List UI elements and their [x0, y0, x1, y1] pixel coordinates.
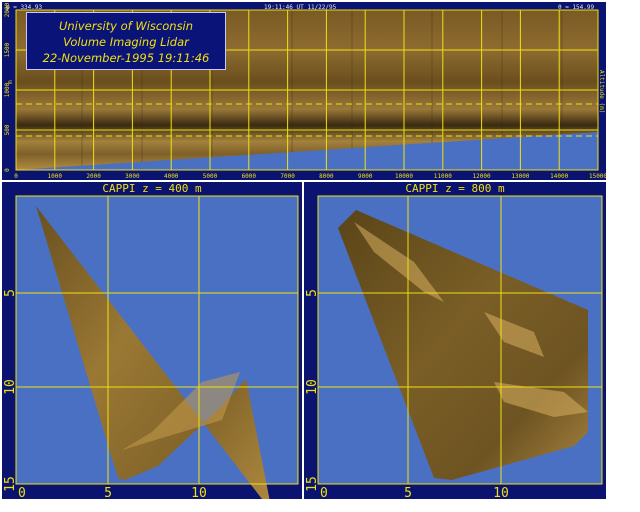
cl-y-tick-label: 15 [3, 476, 18, 492]
rhi-x-tick-label: 7000 [280, 173, 295, 180]
rhi-x-tick-labels: 0 1000 2000 3000 4000 5000 6000 7000 8000 9000 100… [14, 173, 606, 180]
rhi-x-tick-label: 10000 [395, 173, 413, 180]
rhi-panel: φ = 334.93 19:11:46 UT 11/22/95 θ = 154.… [2, 2, 606, 180]
rhi-y-tick-label: 500 [4, 124, 11, 135]
rhi-y-tick-label: 2000 [4, 2, 11, 17]
rhi-x-tick-label: 8000 [319, 173, 334, 180]
rhi-y-unit: m [7, 80, 14, 84]
cl-x-tick-label: 5 [104, 486, 112, 499]
title-line-2: Volume Imaging Lidar [63, 35, 189, 49]
cappi-left-canvas: CAPPI z = 400 m 0 5 10 5 10 15 [3, 182, 299, 499]
cl-x-tick-label: 10 [191, 486, 207, 499]
title-box: University of Wisconsin Volume Imaging L… [26, 12, 226, 70]
altitude-side-label: Altitude (m) [598, 70, 605, 113]
cappi-right-title: CAPPI z = 800 m [405, 182, 505, 195]
rhi-x-tick-label: 12000 [473, 173, 491, 180]
cl-x-tick-label: 0 [18, 486, 26, 499]
cappi-left-title: CAPPI z = 400 m [102, 182, 202, 195]
cappi-right-panel: CAPPI z = 800 m 0 5 10 5 10 15 [304, 182, 606, 499]
cr-x-tick-label: 5 [404, 486, 412, 499]
rhi-x-tick-label: 15000 [589, 173, 606, 180]
rhi-x-tick-label: 6000 [242, 173, 257, 180]
rhi-x-tick-label: 2000 [86, 173, 101, 180]
rhi-x-tick-label: 3000 [125, 173, 140, 180]
cl-y-tick-label: 5 [3, 289, 18, 297]
rhi-y-tick-label: 1500 [4, 42, 11, 57]
timestamp-readout: 19:11:46 UT 11/22/95 [264, 4, 337, 11]
title-line-1: University of Wisconsin [58, 19, 194, 33]
cappi-left-panel: CAPPI z = 400 m 0 5 10 5 10 15 [2, 182, 302, 499]
cr-y-tick-label: 5 [305, 289, 320, 297]
cappi-left-x-ticks: 0 5 10 [18, 486, 207, 499]
elevation-readout: θ = 154.99 [558, 4, 595, 11]
rhi-x-tick-label: 9000 [358, 173, 373, 180]
rhi-x-tick-label: 14000 [550, 173, 568, 180]
rhi-x-tick-label: 4000 [164, 173, 179, 180]
azimuth-readout: φ = 334.93 [6, 4, 43, 11]
rhi-x-tick-label: 0 [14, 173, 18, 180]
rhi-x-tick-label: 1000 [48, 173, 63, 180]
cr-y-tick-label: 10 [305, 379, 320, 395]
rhi-y-tick-label: 0 [4, 168, 11, 172]
rhi-x-tick-label: 13000 [511, 173, 529, 180]
cappi-right-x-ticks: 0 5 10 [320, 486, 509, 499]
cr-x-tick-label: 0 [320, 486, 328, 499]
cr-y-tick-label: 15 [305, 476, 320, 492]
rhi-x-tick-label: 11000 [434, 173, 452, 180]
title-line-3: 22-November-1995 19:11:46 [42, 51, 210, 65]
rhi-y-tick-labels: 0500100015002000 [4, 2, 11, 171]
rhi-x-tick-label: 5000 [203, 173, 218, 180]
cl-y-tick-label: 10 [3, 379, 18, 395]
cr-x-tick-label: 10 [493, 486, 509, 499]
cappi-right-canvas: CAPPI z = 800 m 0 5 10 5 10 15 [305, 182, 603, 499]
